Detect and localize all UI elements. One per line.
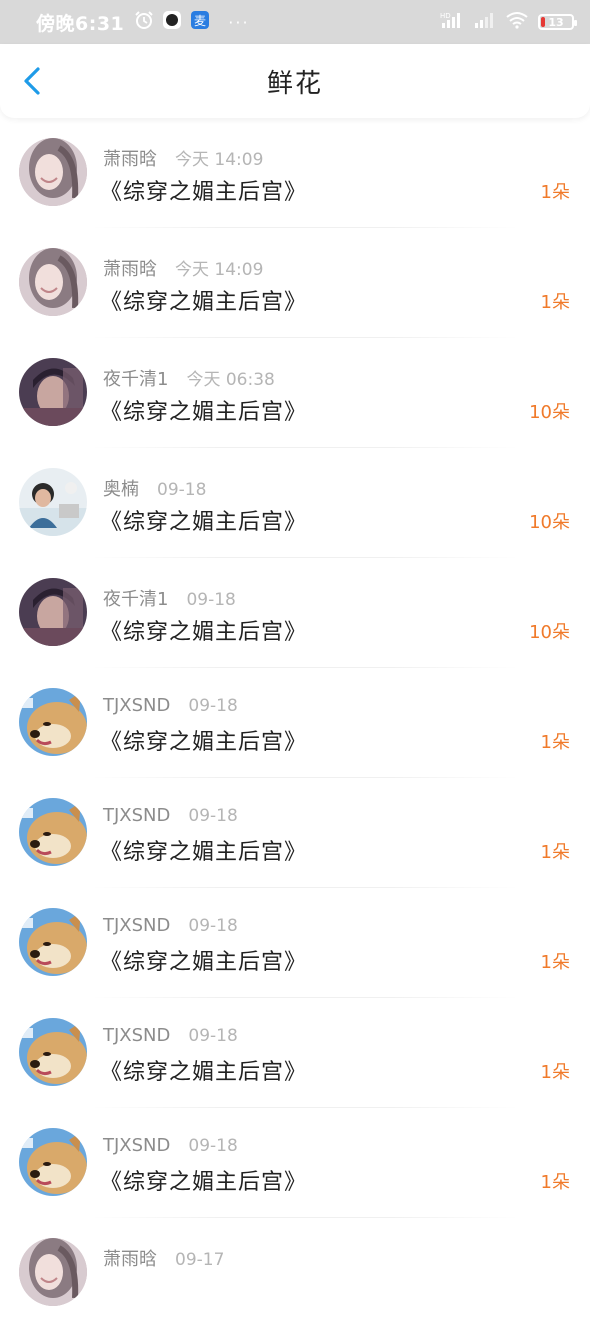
chevron-left-icon (24, 67, 40, 95)
avatar[interactable] (19, 908, 87, 976)
item-meta: 萧雨晗 今天 14:09 (103, 255, 263, 281)
list-item[interactable]: 夜千清1 09-18 《综穿之媚主后宫》 10朵 (0, 558, 590, 668)
battery-icon: 13 (538, 14, 577, 30)
status-time: 傍晚6:31 (36, 12, 125, 35)
item-meta: TJXSND 09-18 (103, 1135, 238, 1156)
username[interactable]: TJXSND (103, 915, 170, 936)
list-item[interactable]: 萧雨晗 09-17 (0, 1218, 590, 1328)
list-item[interactable]: TJXSND 09-18 《综穿之媚主后宫》 1朵 (0, 778, 590, 888)
item-meta: 奥楠 09-18 (103, 475, 206, 501)
avatar[interactable] (19, 1238, 87, 1306)
avatar[interactable] (19, 688, 87, 756)
book-title: 《综穿之媚主后宫》 (100, 950, 308, 975)
item-meta: TJXSND 09-18 (103, 695, 238, 716)
avatar[interactable] (19, 798, 87, 866)
flower-count: 1朵 (540, 1172, 570, 1193)
alarm-icon (134, 10, 154, 34)
timestamp: 今天 14:09 (175, 150, 264, 170)
page-title: 鲜花 (266, 68, 323, 99)
book-title: 《综穿之媚主后宫》 (100, 180, 308, 205)
list-item[interactable]: 萧雨晗 今天 14:09 《综穿之媚主后宫》 1朵 (0, 118, 590, 228)
username[interactable]: TJXSND (103, 1025, 170, 1046)
list-item[interactable]: 夜千清1 今天 06:38 《综穿之媚主后宫》 10朵 (0, 338, 590, 448)
timestamp: 09-18 (157, 480, 207, 500)
notification-app-icon: 麦 (190, 10, 210, 34)
username[interactable]: TJXSND (103, 805, 170, 826)
list-item[interactable]: 奥楠 09-18 《综穿之媚主后宫》 10朵 (0, 448, 590, 558)
username[interactable]: TJXSND (103, 1135, 170, 1156)
signal-icon (474, 11, 496, 33)
book-title: 《综穿之媚主后宫》 (100, 290, 308, 315)
avatar[interactable] (19, 1018, 87, 1086)
item-meta: TJXSND 09-18 (103, 805, 238, 826)
more-notifications-dots: ··· (228, 12, 250, 32)
list-item[interactable]: TJXSND 09-18 《综穿之媚主后宫》 1朵 (0, 1108, 590, 1218)
item-meta: TJXSND 09-18 (103, 915, 238, 936)
book-title: 《综穿之媚主后宫》 (100, 400, 308, 425)
flower-count: 10朵 (529, 622, 570, 643)
book-title: 《综穿之媚主后宫》 (100, 730, 308, 755)
flower-count: 1朵 (540, 842, 570, 863)
username[interactable]: 萧雨晗 (103, 1245, 157, 1271)
status-system-icons: HD 13 (440, 11, 577, 33)
battery-level-text: 13 (548, 15, 564, 29)
flower-count: 1朵 (540, 952, 570, 973)
flower-count: 1朵 (540, 292, 570, 313)
avatar[interactable] (19, 578, 87, 646)
list-item[interactable]: TJXSND 09-18 《综穿之媚主后宫》 1朵 (0, 888, 590, 998)
wifi-icon (506, 11, 528, 33)
item-meta: 夜千清1 09-18 (103, 585, 236, 611)
flower-count: 1朵 (540, 732, 570, 753)
list-item[interactable]: 萧雨晗 今天 14:09 《综穿之媚主后宫》 1朵 (0, 228, 590, 338)
book-title: 《综穿之媚主后宫》 (100, 620, 308, 645)
item-meta: 夜千清1 今天 06:38 (103, 365, 275, 391)
avatar[interactable] (19, 248, 87, 316)
book-title: 《综穿之媚主后宫》 (100, 840, 308, 865)
item-meta: 萧雨晗 今天 14:09 (103, 145, 263, 171)
list-item[interactable]: TJXSND 09-18 《综穿之媚主后宫》 1朵 (0, 998, 590, 1108)
timestamp: 09-17 (175, 1250, 225, 1270)
timestamp: 09-18 (186, 590, 236, 610)
timestamp: 09-18 (188, 1136, 238, 1156)
avatar[interactable] (19, 1128, 87, 1196)
battery-level-fill (541, 17, 545, 27)
status-bar: 傍晚6:31 麦 ··· HD 13 (0, 0, 590, 44)
timestamp: 今天 14:09 (175, 260, 264, 280)
timestamp: 09-18 (188, 1026, 238, 1046)
avatar[interactable] (19, 358, 87, 426)
flower-list: 萧雨晗 今天 14:09 《综穿之媚主后宫》 1朵 萧雨晗 今天 14:09 《… (0, 118, 590, 1328)
hd-icon: HD (440, 11, 464, 33)
username[interactable]: TJXSND (103, 695, 170, 716)
flower-count: 1朵 (540, 1062, 570, 1083)
book-title: 《综穿之媚主后宫》 (100, 1170, 308, 1195)
flower-count: 1朵 (540, 182, 570, 203)
avatar[interactable] (19, 138, 87, 206)
item-meta: TJXSND 09-18 (103, 1025, 238, 1046)
book-title: 《综穿之媚主后宫》 (100, 1060, 308, 1085)
item-meta: 萧雨晗 09-17 (103, 1245, 224, 1271)
flower-count: 10朵 (529, 402, 570, 423)
list-item[interactable]: TJXSND 09-18 《综穿之媚主后宫》 1朵 (0, 668, 590, 778)
flower-count: 10朵 (529, 512, 570, 533)
username[interactable]: 夜千清1 (103, 365, 168, 391)
svg-text:麦: 麦 (194, 14, 206, 28)
book-title: 《综穿之媚主后宫》 (100, 510, 308, 535)
page-header: 鲜花 (0, 44, 590, 118)
timestamp: 09-18 (188, 806, 238, 826)
svg-text:HD: HD (440, 12, 451, 20)
camera-app-icon (162, 10, 182, 34)
timestamp: 今天 06:38 (186, 370, 275, 390)
timestamp: 09-18 (188, 696, 238, 716)
username[interactable]: 萧雨晗 (103, 255, 157, 281)
username[interactable]: 萧雨晗 (103, 145, 157, 171)
username[interactable]: 奥楠 (103, 475, 139, 501)
avatar[interactable] (19, 468, 87, 536)
username[interactable]: 夜千清1 (103, 585, 168, 611)
timestamp: 09-18 (188, 916, 238, 936)
status-notification-icons: 麦 (134, 10, 210, 34)
back-button[interactable] (18, 66, 48, 96)
